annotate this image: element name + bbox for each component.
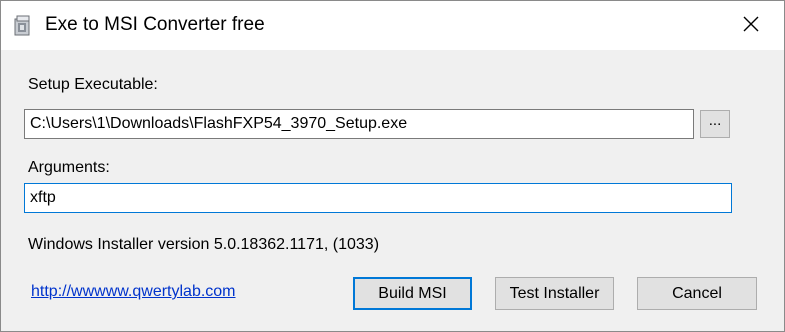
browse-button[interactable]: ... [700, 110, 730, 138]
setup-executable-input[interactable]: C:\Users\1\Downloads\FlashFXP54_3970_Set… [24, 109, 694, 139]
close-button[interactable] [726, 7, 776, 45]
dialog-window: Exe to MSI Converter free Setup Executab… [0, 0, 785, 332]
installer-version-text: Windows Installer version 5.0.18362.1171… [28, 236, 380, 253]
arguments-label: Arguments: [28, 159, 110, 176]
cancel-button[interactable]: Cancel [637, 277, 757, 310]
test-installer-button[interactable]: Test Installer [495, 277, 614, 310]
build-msi-button[interactable]: Build MSI [353, 277, 472, 310]
arguments-input[interactable]: xftp [24, 183, 732, 213]
window-title: Exe to MSI Converter free [45, 14, 265, 35]
close-icon [743, 16, 759, 37]
installer-package-icon [13, 14, 33, 36]
website-link[interactable]: http://wwwww.qwertylab.com [31, 282, 236, 302]
setup-executable-label: Setup Executable: [28, 76, 158, 93]
title-bar[interactable]: Exe to MSI Converter free [1, 1, 784, 50]
